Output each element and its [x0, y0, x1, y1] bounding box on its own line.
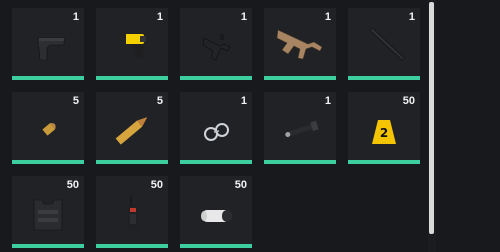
durability-bar: [12, 244, 84, 248]
slot-handcuffs[interactable]: 1: [180, 92, 252, 164]
evidence-marker-number: 2: [380, 126, 388, 140]
radio-icon: [128, 196, 138, 228]
durability-bar: [96, 160, 168, 164]
pistol-ammo-icon: [42, 123, 56, 136]
slot-rifle-ammo[interactable]: 5: [96, 92, 168, 164]
durability-bar: [264, 160, 336, 164]
durability-bar: [348, 160, 420, 164]
flashlight-icon: [285, 120, 319, 138]
slot-bandage-roll[interactable]: 50: [180, 176, 252, 248]
handcuffs-icon: [204, 123, 229, 141]
durability-bar: [264, 76, 336, 80]
taser-icon: [118, 34, 146, 58]
slot-smg[interactable]: 1: [180, 8, 252, 80]
body-armor-icon: [33, 199, 63, 231]
inventory-panel: 1 1 1 1 1 5 5 1 1 50 2 50 50 50: [0, 0, 500, 252]
slot-body-armor[interactable]: 50: [12, 176, 84, 248]
slot-radio[interactable]: 50: [96, 176, 168, 248]
slot-assault-rifle[interactable]: 1: [264, 8, 336, 80]
slot-baton[interactable]: 1: [348, 8, 420, 80]
rifle-ammo-icon: [115, 117, 148, 145]
durability-bar: [96, 76, 168, 80]
durability-bar: [180, 160, 252, 164]
durability-bar: [348, 76, 420, 80]
pistol-icon: [37, 37, 65, 61]
durability-bar: [96, 244, 168, 248]
slot-pistol-ammo[interactable]: 5: [12, 92, 84, 164]
durability-bar: [12, 76, 84, 80]
smg-icon: [202, 34, 231, 61]
assault-rifle-icon: [276, 29, 323, 60]
slot-pistol[interactable]: 1: [12, 8, 84, 80]
scrollbar-thumb[interactable]: [429, 2, 434, 234]
evidence-marker-icon: 2: [372, 120, 396, 144]
baton-icon: [369, 27, 405, 61]
bandage-roll-icon: [201, 210, 232, 222]
slot-evidence-marker[interactable]: 50 2: [348, 92, 420, 164]
durability-bar: [12, 160, 84, 164]
durability-bar: [180, 76, 252, 80]
durability-bar: [180, 244, 252, 248]
slot-flashlight[interactable]: 1: [264, 92, 336, 164]
slot-taser[interactable]: 1: [96, 8, 168, 80]
